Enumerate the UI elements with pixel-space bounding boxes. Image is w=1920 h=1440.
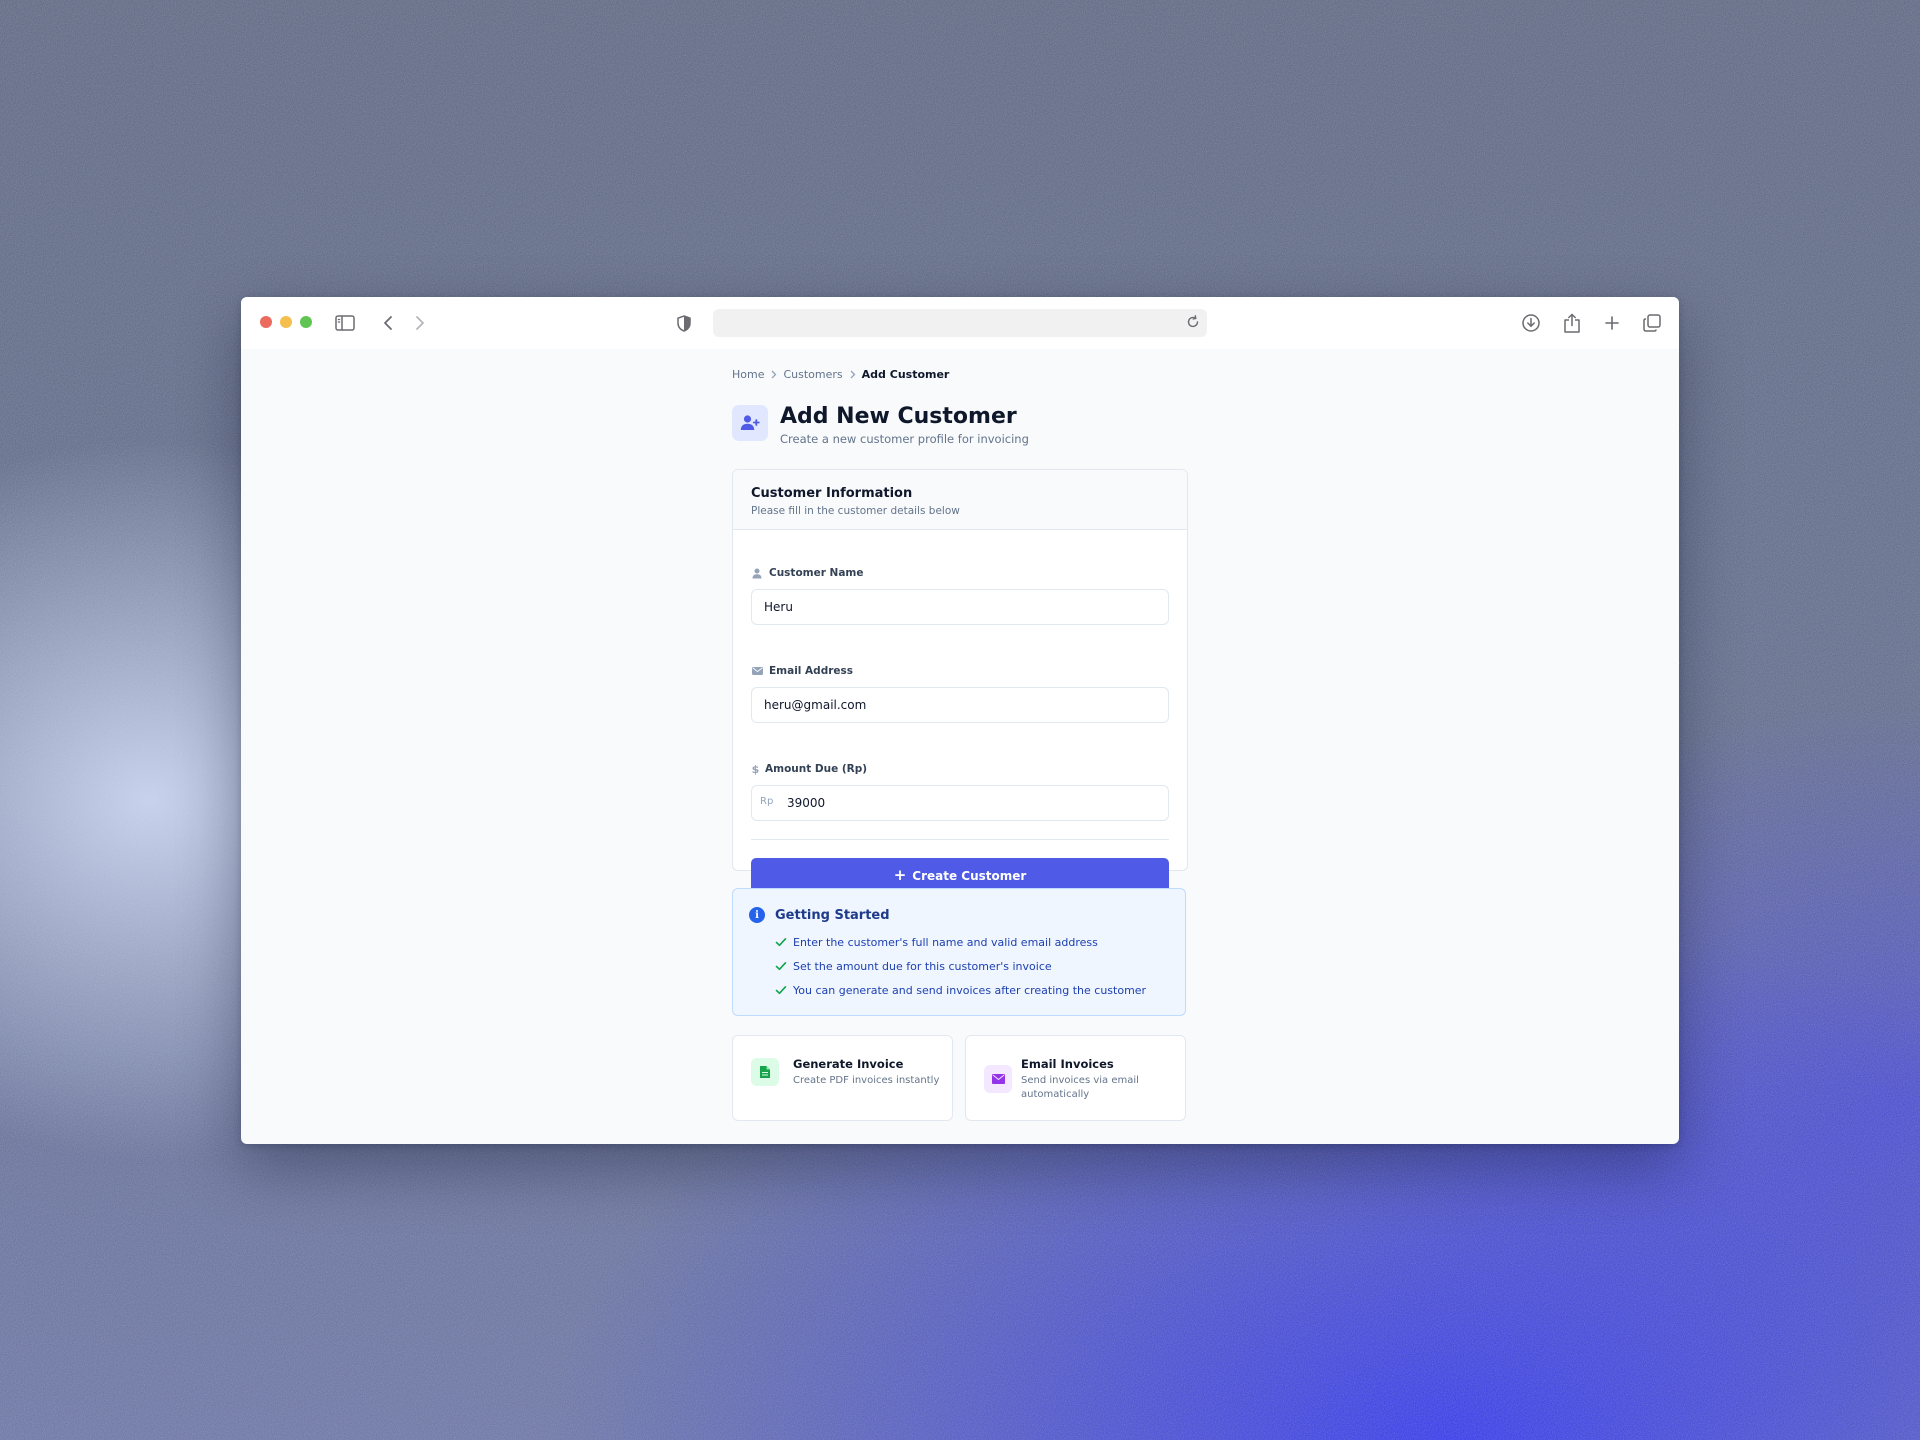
page-subtitle: Create a new customer profile for invoic… [780,432,1029,446]
check-icon [775,960,787,972]
breadcrumb-customers-link[interactable]: Customers [783,368,842,381]
info-icon: i [749,907,765,923]
card-title: Customer Information [751,486,913,501]
browser-window: Home Customers Add Customer Add New Cust… [241,297,1679,1144]
shield-icon[interactable] [671,310,697,336]
customer-information-card: Customer Information Please fill in the … [732,469,1188,893]
email-address-input[interactable] [751,687,1169,723]
envelope-icon [984,1065,1012,1093]
getting-started-header: i Getting Started [749,907,1169,923]
amount-due-label: $ Amount Due (Rp) [751,762,1169,776]
email-address-label-text: Email Address [769,665,854,677]
customer-form: Customer Name Email Address $ Amount Due… [733,530,1187,893]
currency-prefix: Rp [760,796,774,807]
list-item-text: Set the amount due for this customer's i… [793,959,1052,973]
feature-card-generate-invoice: Generate Invoice Create PDF invoices ins… [732,1035,953,1121]
list-item-text: You can generate and send invoices after… [793,983,1147,997]
email-address-label: Email Address [751,664,1169,678]
amount-due-input[interactable] [751,785,1169,821]
list-item: Set the amount due for this customer's i… [775,954,1169,978]
create-customer-button-label: Create Customer [912,868,1027,883]
getting-started-panel: i Getting Started Enter the customer's f… [732,888,1186,1016]
card-header: Customer Information Please fill in the … [733,470,1187,530]
getting-started-list: Enter the customer's full name and valid… [775,930,1169,1002]
mail-icon [751,665,763,677]
list-item-text: Enter the customer's full name and valid… [793,935,1098,949]
feature-card-email-invoices: Email Invoices Send invoices via email a… [965,1035,1186,1121]
page-header-text: Add New Customer Create a new customer p… [780,404,1029,446]
plus-icon: + [893,866,907,884]
zoom-window-button[interactable] [300,316,312,328]
check-icon [775,984,787,996]
feature-text: Email Invoices Send invoices via email a… [1021,1057,1171,1102]
page-title: Add New Customer [780,404,1017,429]
reload-icon[interactable] [1185,314,1201,334]
breadcrumb-home-link[interactable]: Home [732,368,764,381]
dollar-icon: $ [751,762,760,776]
chevron-right-icon [849,370,856,379]
check-icon [775,936,787,948]
minimize-window-button[interactable] [280,316,292,328]
user-icon [751,567,763,579]
feature-description: Send invoices via email automatically [1021,1075,1139,1100]
customer-name-label-text: Customer Name [769,567,864,579]
list-item: You can generate and send invoices after… [775,978,1169,1002]
close-window-button[interactable] [260,316,272,328]
list-item: Enter the customer's full name and valid… [775,930,1169,954]
feature-title: Email Invoices [1021,1057,1114,1071]
breadcrumb-current: Add Customer [861,368,950,381]
breadcrumb: Home Customers Add Customer [732,368,949,381]
customer-name-input[interactable] [751,589,1169,625]
download-icon[interactable] [1518,310,1544,336]
sidebar-toggle-icon[interactable] [332,310,358,336]
feature-text: Generate Invoice Create PDF invoices ins… [793,1057,943,1088]
user-plus-icon [732,405,768,441]
address-bar[interactable] [713,309,1207,337]
back-icon[interactable] [375,310,401,336]
page-header: Add New Customer Create a new customer p… [732,404,1029,446]
tabs-overview-icon[interactable] [1639,310,1665,336]
document-icon [751,1058,779,1086]
card-description: Please fill in the customer details belo… [751,505,960,517]
chevron-right-icon [770,370,777,379]
amount-due-label-text: Amount Due (Rp) [765,763,868,775]
feature-title: Generate Invoice [793,1057,904,1071]
share-icon[interactable] [1559,310,1585,336]
amount-due-field: Rp [751,785,1169,821]
forward-icon[interactable] [407,310,433,336]
customer-name-label: Customer Name [751,566,1169,580]
new-tab-icon[interactable] [1599,310,1625,336]
page-content: Home Customers Add Customer Add New Cust… [241,349,1679,1144]
getting-started-title: Getting Started [775,907,890,923]
feature-description: Create PDF invoices instantly [793,1075,940,1086]
browser-toolbar [241,297,1679,349]
